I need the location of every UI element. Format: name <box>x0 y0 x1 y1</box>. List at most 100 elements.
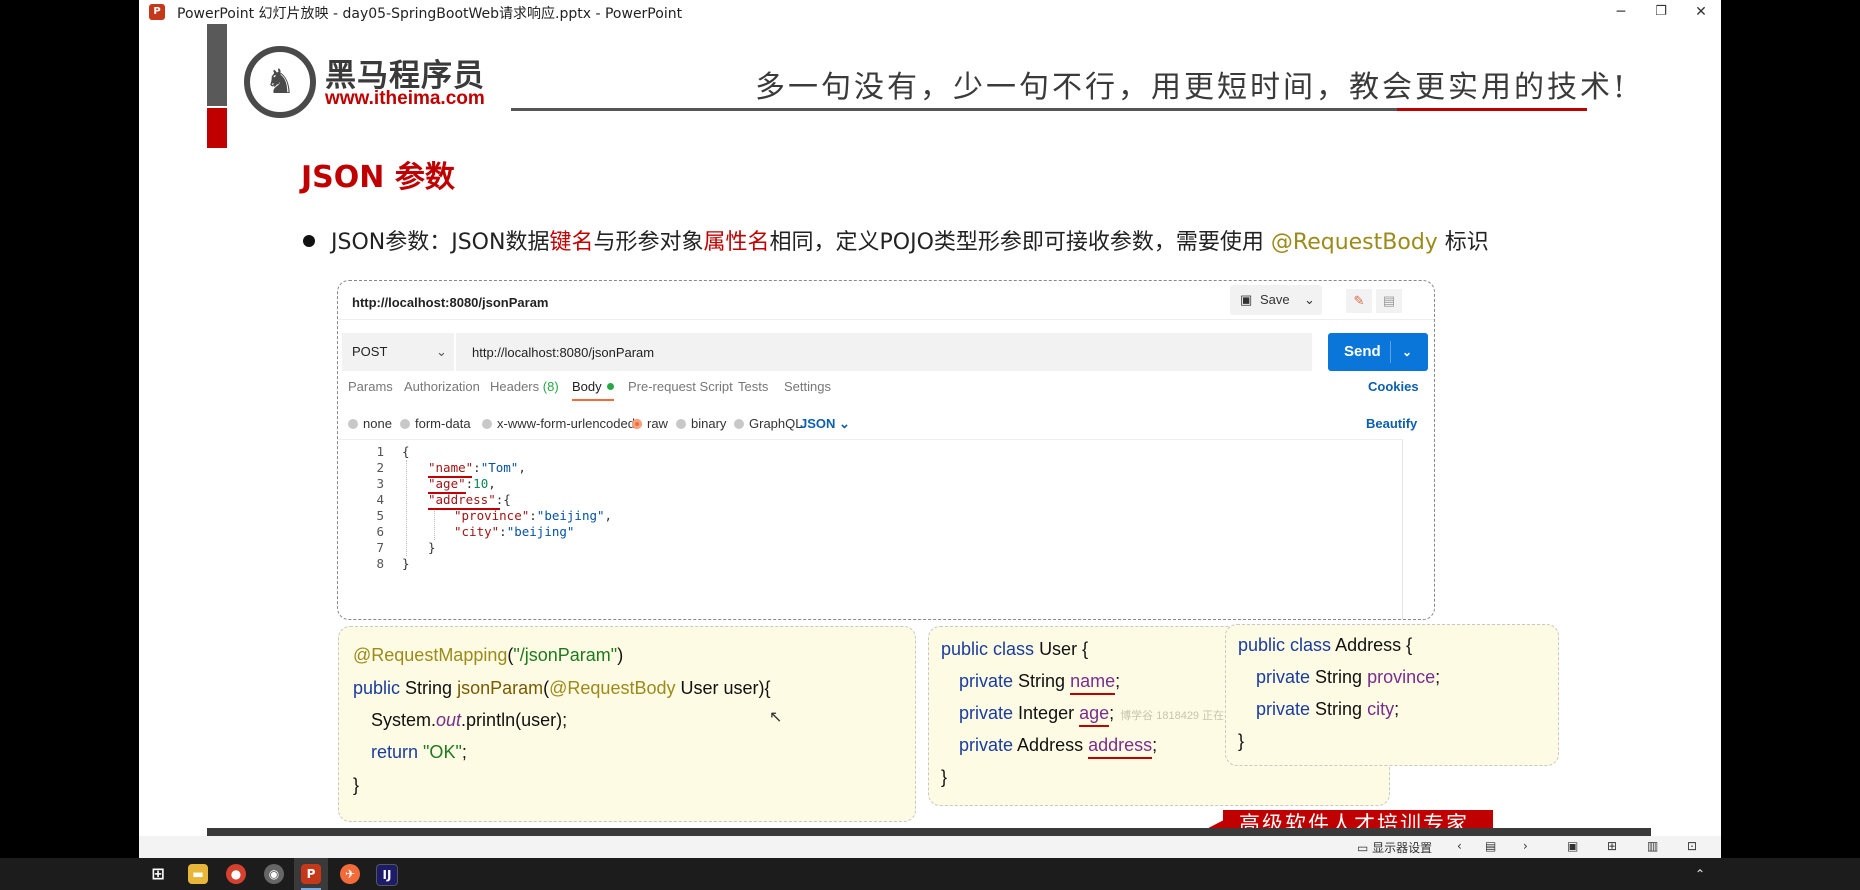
tab-authorization[interactable]: Authorization <box>404 379 480 394</box>
taskbar: ⊞ ▬ ● ◉ P ✈ IJ ⌃ <box>0 858 1860 890</box>
tab-tests[interactable]: Tests <box>738 379 768 394</box>
reading-view-icon[interactable]: ▥ <box>1647 839 1658 853</box>
keyword: private <box>959 703 1014 723</box>
comment-icon[interactable]: ▤ <box>1376 289 1402 313</box>
code-line: } <box>428 540 436 555</box>
code-line: private String province; <box>1256 667 1441 687</box>
code-line: "name":"Tom", <box>428 460 526 475</box>
close-button[interactable]: ✕ <box>1679 0 1723 24</box>
minimize-button[interactable]: ─ <box>1599 0 1643 24</box>
indent-guide <box>406 460 407 556</box>
tab-settings[interactable]: Settings <box>784 379 831 394</box>
line-number: 3 <box>376 476 384 491</box>
json-key: "province" <box>454 508 530 523</box>
windows-start-icon[interactable]: ⊞ <box>148 864 168 884</box>
json-key: "name" <box>428 460 474 475</box>
chevron-down-icon[interactable]: ⌄ <box>1304 285 1315 315</box>
radio-label: binary <box>691 416 727 431</box>
code-line: public class Address { <box>1238 635 1413 655</box>
radio-raw[interactable]: raw <box>632 416 668 431</box>
tab-body[interactable]: Body <box>572 379 614 401</box>
format-label: JSON <box>800 416 836 431</box>
slide-title: JSON 参数 <box>301 160 455 195</box>
radio-urlencoded[interactable]: x-www-form-urlencoded <box>482 416 635 431</box>
status-bar: ▭ 显示器设置 ‹ ▤ › ▣ ⊞ ▥ ⊡ <box>139 836 1721 858</box>
app-icon[interactable]: ◉ <box>264 864 284 884</box>
type: Integer <box>1018 703 1075 723</box>
intellij-icon[interactable]: IJ <box>376 864 398 886</box>
annotation: @RequestMapping <box>353 645 508 665</box>
json-value: "beijing" <box>536 508 605 523</box>
chevron-down-icon[interactable]: ⌄ <box>1402 333 1412 371</box>
radio-icon <box>734 418 744 429</box>
file-explorer-icon[interactable]: ▬ <box>188 864 208 884</box>
code-line: } <box>402 556 410 571</box>
postman-icon[interactable]: ✈ <box>340 864 360 884</box>
beautify-link[interactable]: Beautify <box>1366 416 1417 431</box>
powerpoint-taskbar-icon[interactable]: P <box>301 864 321 884</box>
method-select[interactable]: POST ⌄ <box>342 333 454 371</box>
normal-view-icon[interactable]: ▣ <box>1567 839 1578 853</box>
key-underline <box>428 476 472 478</box>
json-body-editor[interactable]: 1 2 3 4 5 6 7 8 { "name":"Tom", "age":10… <box>338 439 1403 619</box>
keyword: private <box>1256 699 1311 719</box>
save-button[interactable]: ▣ Save ⌄ <box>1230 285 1322 315</box>
chevron-down-icon: ⌄ <box>839 416 850 431</box>
status-dot-icon <box>606 383 614 391</box>
slogan: 多一句没有，少一句不行，用更短时间，教会更实用的技术! <box>755 70 1629 105</box>
field-name: name <box>1070 671 1116 695</box>
slide-sorter-icon[interactable]: ⊞ <box>1607 839 1617 853</box>
line-number: 7 <box>376 540 384 555</box>
decor-bar <box>207 24 227 106</box>
field-name: province <box>1367 667 1436 687</box>
class-name: User <box>1039 639 1078 659</box>
tab-params[interactable]: Params <box>348 379 393 394</box>
restore-button[interactable]: ❐ <box>1639 0 1683 24</box>
format-select[interactable]: JSON ⌄ <box>800 416 850 432</box>
keyword: private <box>1256 667 1311 687</box>
json-key: "age" <box>428 476 466 491</box>
tab-headers-label: Headers <box>490 379 540 394</box>
save-icon: ▣ <box>1240 292 1253 307</box>
slideshow-icon[interactable]: ⊡ <box>1687 839 1697 853</box>
code-line: public class User { <box>941 639 1089 659</box>
radio-binary[interactable]: binary <box>676 416 726 431</box>
url-input[interactable] <box>456 333 1312 371</box>
edit-icon[interactable]: ✎ <box>1346 289 1372 313</box>
tab-prerequest-script[interactable]: Pre-request Script <box>628 379 733 394</box>
tab-headers[interactable]: Headers (8) <box>490 379 559 394</box>
code-line: @RequestMapping("/jsonParam") <box>353 645 624 665</box>
code-line: "address":{ <box>428 492 511 507</box>
previous-slide-icon[interactable]: ‹ <box>1457 839 1462 853</box>
code-line: } <box>1238 731 1245 751</box>
indent-guide <box>434 508 435 540</box>
json-value: "Tom" <box>480 460 519 475</box>
radio-graphql[interactable]: GraphQL <box>734 416 802 431</box>
display-settings-button[interactable]: ▭ 显示器设置 <box>1357 839 1432 856</box>
radio-label: form-data <box>415 416 471 431</box>
radio-label: raw <box>647 416 668 431</box>
radio-none[interactable]: none <box>348 416 392 431</box>
code-line: "province":"beijing", <box>454 508 613 523</box>
radio-form-data[interactable]: form-data <box>400 416 471 431</box>
slide-menu-icon[interactable]: ▤ <box>1485 839 1496 853</box>
line-number: 1 <box>376 444 384 459</box>
field-name: city <box>1367 699 1395 719</box>
tab-body-label: Body <box>572 379 602 394</box>
code-line: private String name; <box>959 671 1120 695</box>
send-button[interactable]: Send ⌄ <box>1328 333 1428 371</box>
field-name: address <box>1088 735 1153 759</box>
chrome-icon[interactable]: ● <box>226 864 246 884</box>
code-text: System. <box>371 710 437 730</box>
slide-bottom-bar <box>207 828 1651 836</box>
logo-url: www.itheima.com <box>325 88 485 109</box>
chevron-up-icon[interactable]: ⌃ <box>1690 864 1710 884</box>
string-literal: "OK" <box>423 742 462 762</box>
display-settings-label: 显示器设置 <box>1372 841 1433 855</box>
line-number: 2 <box>376 460 384 475</box>
chevron-down-icon: ⌄ <box>436 344 447 359</box>
next-slide-icon[interactable]: › <box>1523 839 1528 853</box>
cookies-link[interactable]: Cookies <box>1368 379 1419 394</box>
bullet-text-2: 与形参对象 <box>593 230 704 255</box>
code-line: private String city; <box>1256 699 1400 719</box>
